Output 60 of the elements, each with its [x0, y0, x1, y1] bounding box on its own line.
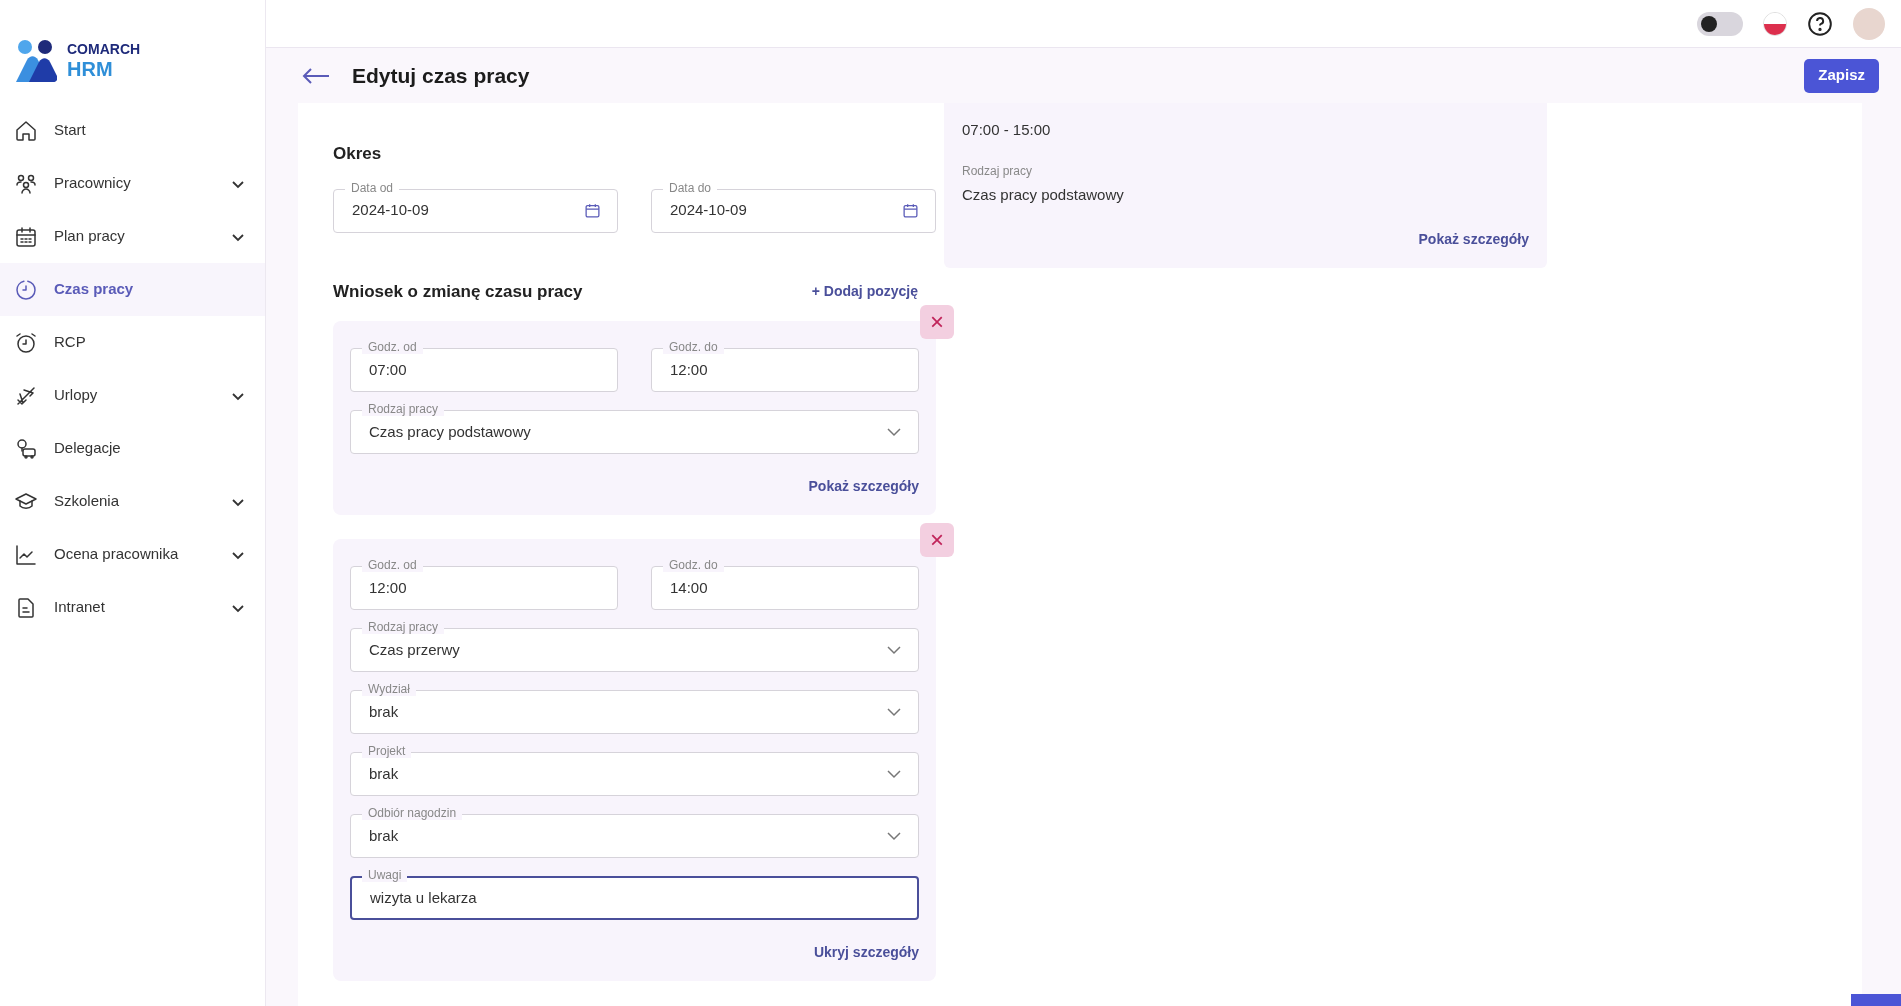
nav-item[interactable]: Plan pracy	[0, 210, 265, 263]
save-button[interactable]: Zapisz	[1804, 58, 1879, 93]
nav-label: Start	[54, 120, 87, 141]
field-label: Uwagi	[362, 868, 408, 882]
field-label: Rodzaj pracy	[362, 402, 445, 416]
nav-item[interactable]: Delegacje	[0, 422, 265, 475]
add-item-link[interactable]: + Dodaj pozycję	[811, 280, 918, 302]
field-label: Projekt	[362, 744, 412, 758]
back-arrow-icon[interactable]	[302, 66, 330, 85]
theme-toggle[interactable]	[1697, 11, 1743, 36]
remove-button[interactable]: ×	[920, 305, 954, 339]
details-link[interactable]: Pokaż szczegóły	[1418, 229, 1529, 250]
field-label: Rodzaj pracy	[362, 620, 445, 634]
nav-label: Szkolenia	[54, 491, 121, 512]
hours-text: 07:00 - 15:00	[962, 120, 1052, 140]
field-label: Data od	[345, 180, 400, 195]
nav-label: Plan pracy	[54, 226, 126, 247]
clock-icon	[14, 277, 38, 302]
details-link[interactable]: Ukryj szczegóły	[813, 942, 919, 963]
polish-flag-icon[interactable]	[1763, 11, 1787, 36]
nav-item[interactable]: Start	[0, 104, 265, 157]
field-label: Godz. do	[663, 558, 724, 572]
field-label: Rodzaj pracy	[962, 162, 1034, 180]
calendar-icon[interactable]	[584, 202, 601, 219]
nav-label: Ocena pracownika	[54, 544, 180, 565]
field-label: Godz. do	[663, 340, 724, 354]
logo-text: HRM	[67, 58, 114, 79]
alarm-clock-icon	[14, 330, 38, 355]
nav-label: Czas pracy	[54, 279, 135, 300]
help-icon[interactable]	[1807, 10, 1833, 37]
field-label: Godz. od	[362, 340, 423, 354]
nav-label: Delegacje	[54, 438, 122, 459]
remove-button[interactable]: ×	[920, 523, 954, 557]
field-label: Data do	[663, 180, 718, 195]
nav-item[interactable]: Czas pracy	[0, 263, 265, 316]
field-label: Wydział	[362, 682, 416, 696]
section-title: Wniosek o zmianę czasu pracy	[333, 280, 583, 303]
logo-icon	[15, 38, 57, 82]
home-icon	[14, 118, 38, 143]
nav-label: Urlopy	[54, 385, 99, 406]
nav-item[interactable]: Ocena pracownika	[0, 528, 265, 581]
page-title: Edytuj czas pracy	[352, 62, 530, 89]
details-link[interactable]: Pokaż szczegóły	[808, 476, 919, 497]
nav-label: Intranet	[54, 597, 106, 618]
field-label: Odbiór nagodzin	[362, 806, 463, 820]
nav-item[interactable]: RCP	[0, 316, 265, 369]
nav-item[interactable]: Urlopy	[0, 369, 265, 422]
calendar-icon	[14, 224, 38, 249]
logo-text: COMARCH	[67, 41, 141, 56]
nav-item[interactable]: Szkolenia	[0, 475, 265, 528]
field-label: Godz. od	[362, 558, 423, 572]
nav-label: RCP	[54, 332, 87, 353]
nav-item[interactable]: Pracownicy	[0, 157, 265, 210]
section-title: Okres	[333, 143, 383, 165]
line-chart-icon	[14, 542, 38, 567]
nav-item[interactable]: Intranet	[0, 581, 265, 634]
nav-label: Pracownicy	[54, 173, 132, 194]
travel-icon	[14, 436, 38, 461]
calendar-icon[interactable]	[902, 202, 919, 219]
work-type-text: Czas pracy podstawowy	[962, 184, 1125, 205]
